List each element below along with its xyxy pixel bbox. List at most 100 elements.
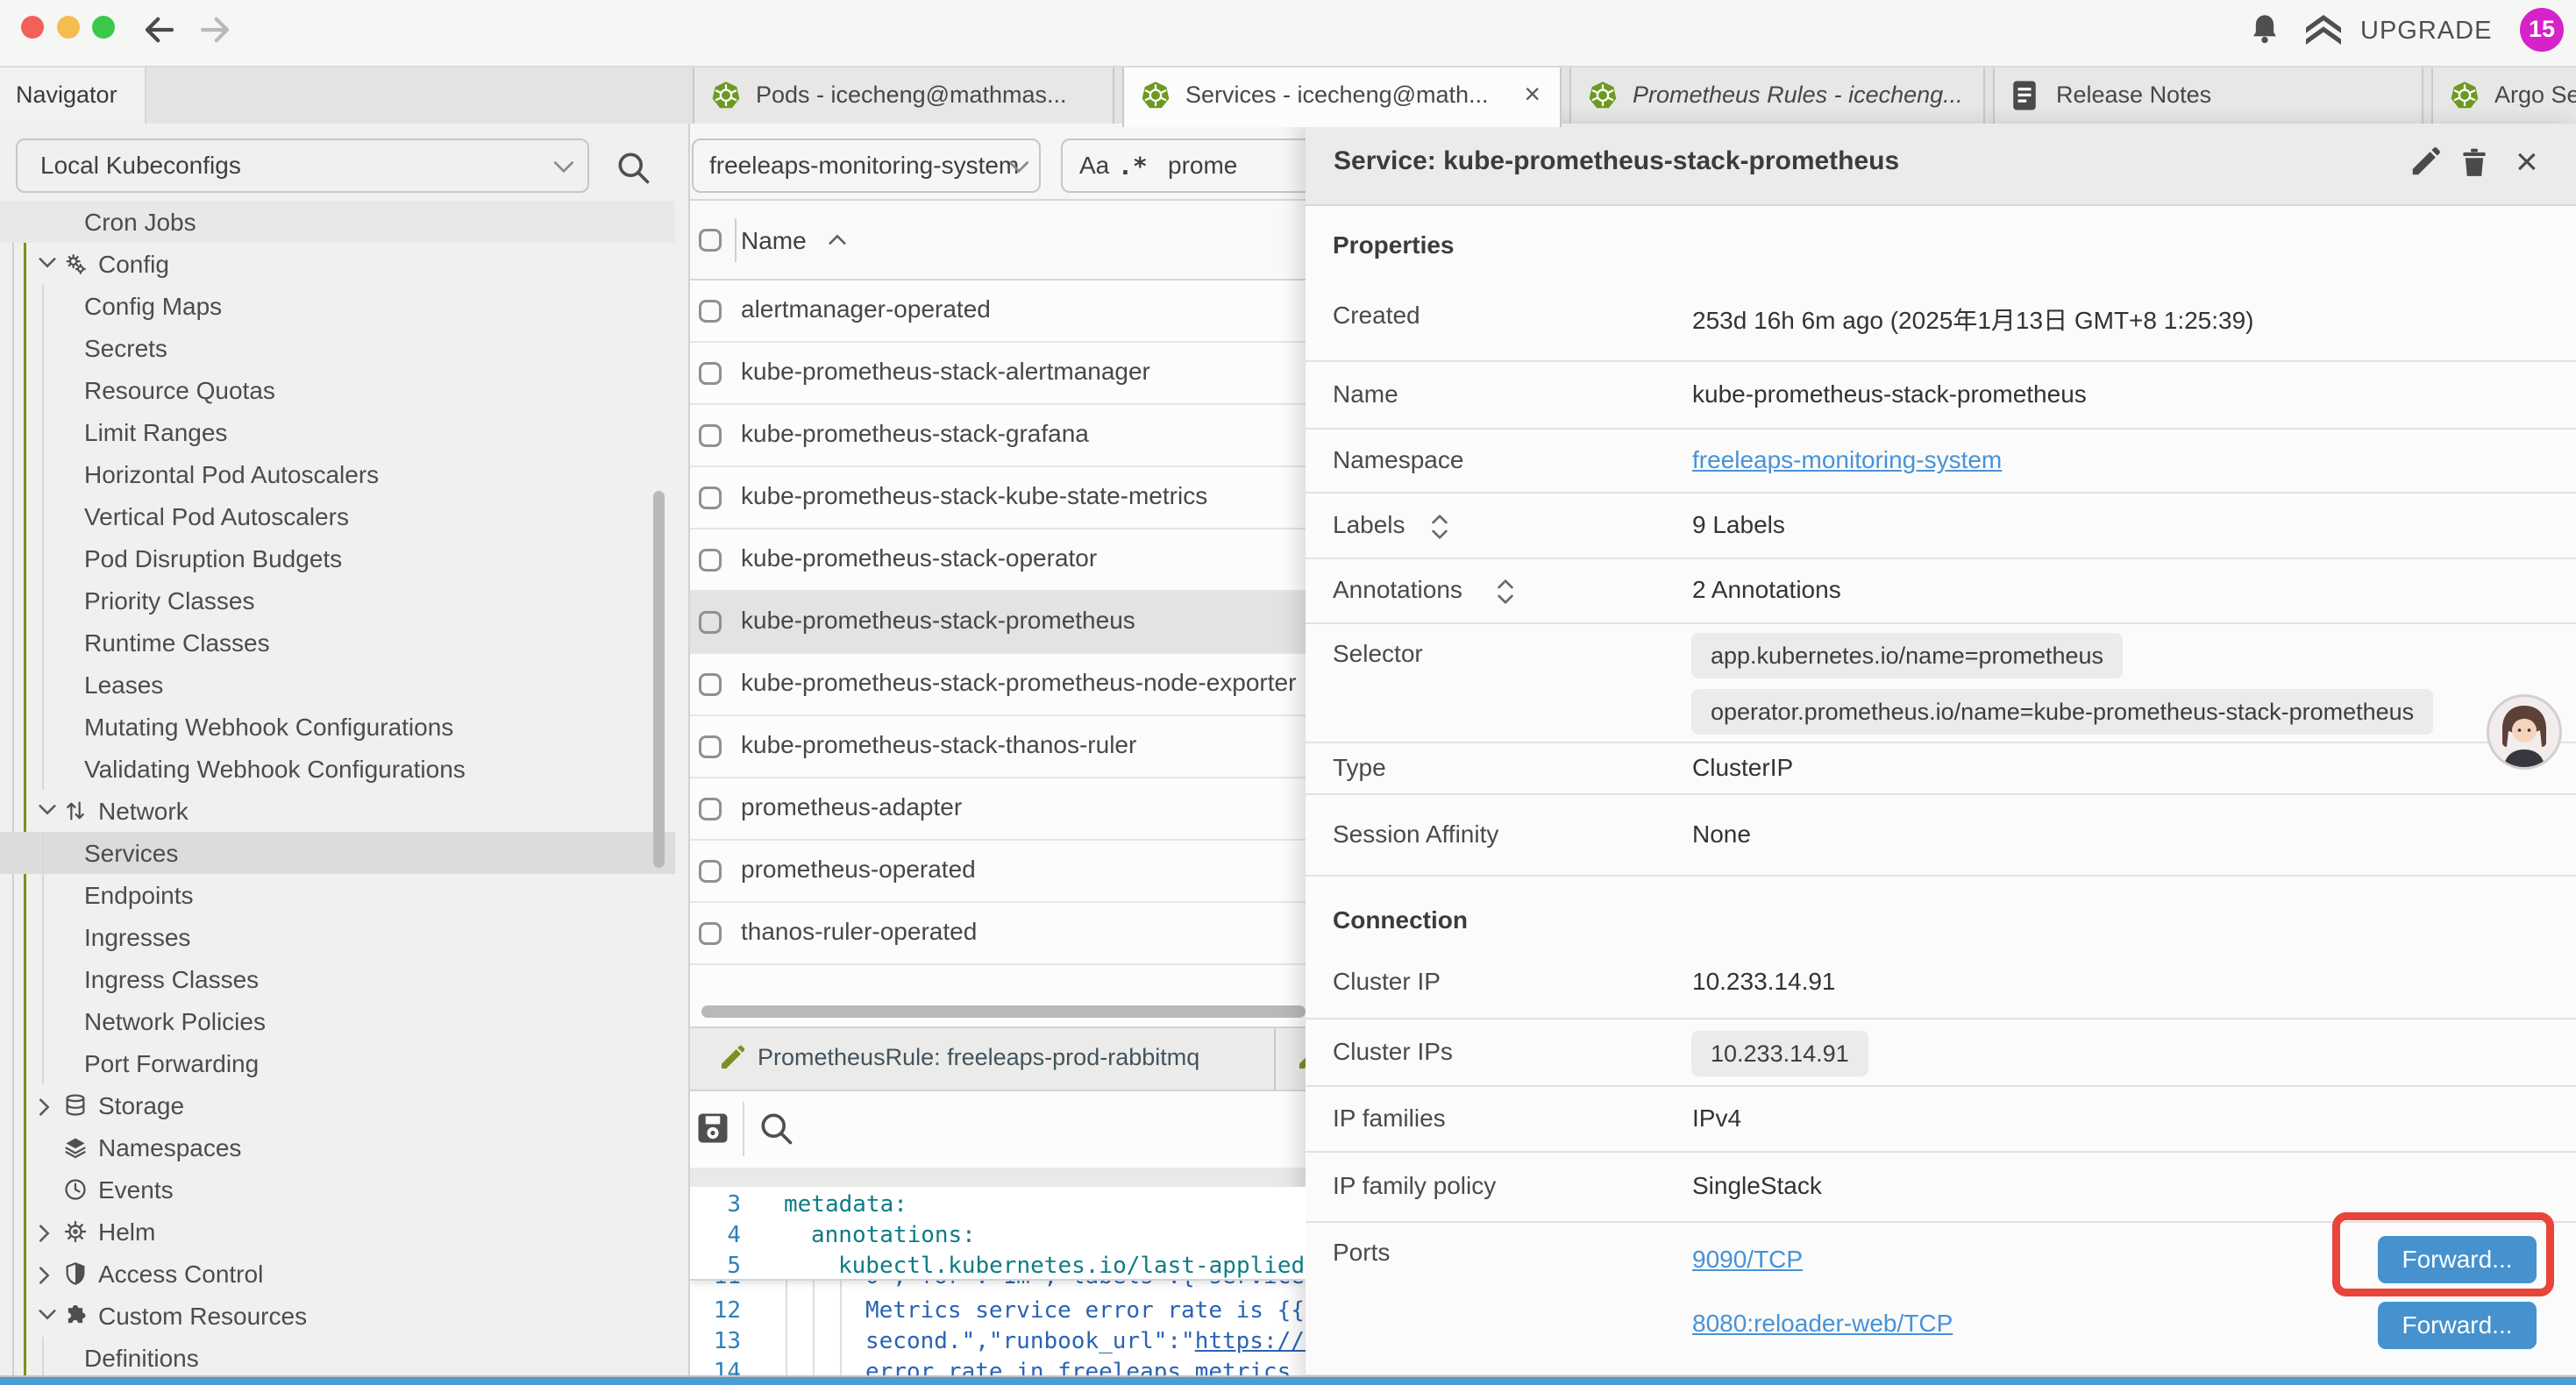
sidebar-item-pod-disruption-budgets[interactable]: Pod Disruption Budgets: [0, 537, 675, 579]
tab-navigator[interactable]: Navigator: [0, 67, 146, 124]
sidebar-item-vertical-pod-autoscalers[interactable]: Vertical Pod Autoscalers: [0, 495, 675, 537]
select-all-checkbox[interactable]: [699, 229, 722, 252]
namespace-selector[interactable]: freeleaps-monitoring-system: [692, 138, 1041, 193]
row-checkbox[interactable]: [699, 735, 722, 758]
horizontal-scrollbar[interactable]: [701, 1005, 1306, 1018]
sidebar-item-services[interactable]: Services: [0, 832, 675, 874]
tab-argo-se[interactable]: Argo Se: [2431, 67, 2576, 124]
sidebar-item-ingresses[interactable]: Ingresses: [0, 916, 675, 958]
close-icon[interactable]: ×: [2516, 138, 2538, 187]
table-row[interactable]: thanos-ruler-operated: [690, 903, 1306, 965]
table-row[interactable]: kube-prometheus-stack-prometheus: [690, 592, 1306, 654]
editor-tab-prometheusrule[interactable]: PrometheusRule: freeleaps-prod-rabbitmq: [691, 1028, 1276, 1090]
row-checkbox[interactable]: [699, 424, 722, 447]
chevron-right-icon[interactable]: [39, 1098, 50, 1120]
sidebar-item-port-forwarding[interactable]: Port Forwarding: [0, 1042, 675, 1084]
sidebar-item-cron-jobs[interactable]: Cron Jobs: [0, 201, 675, 243]
close-window-button[interactable]: [21, 16, 44, 39]
row-checkbox[interactable]: [699, 549, 722, 572]
port-link[interactable]: 8080:reloader-web/TCP: [1692, 1310, 1953, 1338]
port-link[interactable]: 9090/TCP: [1692, 1246, 1803, 1274]
table-row[interactable]: alertmanager-operated: [690, 281, 1306, 343]
sidebar-item-runtime-classes[interactable]: Runtime Classes: [0, 621, 675, 664]
expand-collapse-icon[interactable]: [1431, 513, 1448, 545]
row-checkbox[interactable]: [699, 860, 722, 883]
table-row[interactable]: prometheus-operated: [690, 841, 1306, 903]
sidebar-item-ingress-classes[interactable]: Ingress Classes: [0, 958, 675, 1000]
sidebar-item-config-maps[interactable]: Config Maps: [0, 285, 675, 327]
sidebar-scrollbar[interactable]: [653, 491, 665, 868]
sidebar-item-namespaces[interactable]: Namespaces: [0, 1126, 675, 1168]
expand-collapse-icon[interactable]: [1497, 578, 1514, 610]
regex-icon[interactable]: .*: [1118, 152, 1148, 181]
save-icon[interactable]: [694, 1109, 732, 1152]
row-checkbox[interactable]: [699, 611, 722, 634]
edit-icon[interactable]: [2409, 146, 2442, 183]
sidebar-item-helm[interactable]: Helm: [0, 1211, 675, 1253]
table-row[interactable]: kube-prometheus-stack-thanos-ruler: [690, 716, 1306, 778]
row-checkbox[interactable]: [699, 673, 722, 696]
minimize-window-button[interactable]: [57, 16, 80, 39]
bell-icon[interactable]: [2246, 11, 2283, 53]
sidebar-item-events[interactable]: Events: [0, 1168, 675, 1211]
sidebar-item-priority-classes[interactable]: Priority Classes: [0, 579, 675, 621]
table-row[interactable]: kube-prometheus-stack-alertmanager: [690, 343, 1306, 405]
row-checkbox[interactable]: [699, 487, 722, 509]
sidebar-item-leases[interactable]: Leases: [0, 664, 675, 706]
table-row[interactable]: kube-prometheus-stack-prometheus-node-ex…: [690, 654, 1306, 716]
table-row[interactable]: kube-prometheus-stack-kube-state-metrics: [690, 467, 1306, 529]
sidebar-item-mutating-webhook-configurations[interactable]: Mutating Webhook Configurations: [0, 706, 675, 748]
editor-tab-next[interactable]: [1277, 1028, 1306, 1090]
back-icon[interactable]: [141, 11, 178, 53]
upgrade-icon[interactable]: [2302, 10, 2345, 54]
chevron-right-icon[interactable]: [39, 1267, 50, 1289]
sidebar-item-network-policies[interactable]: Network Policies: [0, 1000, 675, 1042]
close-tab-icon[interactable]: ×: [1524, 78, 1541, 110]
chevron-down-icon[interactable]: [39, 257, 56, 273]
row-checkbox[interactable]: [699, 362, 722, 385]
chevron-down-icon[interactable]: [39, 1309, 56, 1325]
sidebar-item-horizontal-pod-autoscalers[interactable]: Horizontal Pod Autoscalers: [0, 453, 675, 495]
chevron-down-icon[interactable]: [39, 804, 56, 820]
delete-icon[interactable]: [2458, 146, 2491, 183]
sidebar-item-limit-ranges[interactable]: Limit Ranges: [0, 411, 675, 453]
kubeconfig-selector[interactable]: Local Kubeconfigs: [16, 138, 589, 193]
table-row[interactable]: kube-prometheus-stack-operator: [690, 529, 1306, 592]
assistant-avatar[interactable]: [2487, 694, 2562, 770]
yaml-editor[interactable]: 110","for":"1m","labels":{"service":"12M…: [690, 1187, 1306, 1376]
row-checkbox[interactable]: [699, 922, 722, 945]
namespace-link[interactable]: freeleaps-monitoring-system: [1692, 446, 2002, 474]
table-row[interactable]: prometheus-adapter: [690, 778, 1306, 841]
editor-search-icon[interactable]: [757, 1109, 795, 1152]
sidebar-item-storage[interactable]: Storage: [0, 1084, 675, 1126]
tab-pods-icecheng-mathmas[interactable]: Pods - icecheng@mathmas...: [693, 67, 1114, 124]
sidebar-item-definitions[interactable]: Definitions: [0, 1337, 675, 1379]
sidebar-item-network[interactable]: Network: [0, 790, 675, 832]
sidebar-item-resource-quotas[interactable]: Resource Quotas: [0, 369, 675, 411]
upgrade-label[interactable]: UPGRADE: [2360, 17, 2492, 46]
runbook-url-link[interactable]: https://net: [1195, 1328, 1306, 1354]
zoom-window-button[interactable]: [92, 16, 115, 39]
row-checkbox[interactable]: [699, 300, 722, 323]
column-header-name[interactable]: Name: [741, 227, 807, 255]
sidebar-item-endpoints[interactable]: Endpoints: [0, 874, 675, 916]
notification-badge[interactable]: 15: [2520, 8, 2564, 52]
forward-button[interactable]: Forward...: [2378, 1302, 2537, 1349]
filter-input[interactable]: Aa .* prome: [1061, 138, 1306, 193]
match-case-icon[interactable]: Aa: [1079, 152, 1109, 180]
sidebar-item-secrets[interactable]: Secrets: [0, 327, 675, 369]
sidebar-item-label: Vertical Pod Autoscalers: [84, 503, 349, 531]
sidebar-item-custom-resources[interactable]: Custom Resources: [0, 1295, 675, 1337]
sidebar-item-validating-webhook-configurations[interactable]: Validating Webhook Configurations: [0, 748, 675, 790]
tab-release-notes[interactable]: Release Notes: [1993, 67, 2423, 124]
table-row[interactable]: kube-prometheus-stack-grafana: [690, 405, 1306, 467]
tab-prometheus-rules-icecheng[interactable]: Prometheus Rules - icecheng...: [1569, 67, 1985, 124]
tab-services-icecheng-math[interactable]: Services - icecheng@math...×: [1122, 67, 1562, 127]
sidebar-item-access-control[interactable]: Access Control: [0, 1253, 675, 1295]
search-icon[interactable]: [614, 148, 652, 191]
row-checkbox[interactable]: [699, 798, 722, 820]
forward-icon[interactable]: [196, 11, 233, 53]
sidebar-item-config[interactable]: Config: [0, 243, 675, 285]
chevron-right-icon[interactable]: [39, 1225, 50, 1246]
sort-asc-icon[interactable]: [829, 234, 846, 250]
